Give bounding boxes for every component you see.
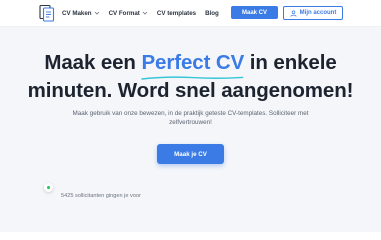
headline-highlight: Perfect CV: [141, 49, 245, 80]
nav-item-cv-format[interactable]: CV Format: [109, 10, 148, 17]
nav-label: CV Maken: [62, 9, 92, 17]
highlight-underline: [141, 76, 244, 80]
headline-part-2: in enkele: [249, 51, 337, 74]
user-icon: [290, 10, 297, 17]
nav-label: CV templates: [156, 9, 197, 17]
nav-label: Blog: [205, 9, 219, 17]
mijn-account-button[interactable]: Mijn account: [283, 6, 343, 20]
headline-line-2: minuten. Word snel aangenomen!: [27, 79, 354, 102]
headline-part-1: Maak een: [44, 51, 136, 74]
maak-je-cv-button[interactable]: Maak je CV: [157, 144, 224, 164]
applicants-count-text: 5425 sollicitanten gingen je voor: [61, 193, 141, 199]
hero-section: Maak een Perfect CV in enkele minuten. W…: [0, 27, 381, 232]
nav-label: CV Format: [108, 9, 140, 17]
maak-cv-label: Maak CV: [241, 9, 267, 16]
nav-item-cv-templates[interactable]: CV templates: [157, 10, 196, 17]
mijn-account-label: Mijn account: [299, 10, 337, 16]
headline-line-1: Maak een Perfect CV in enkele: [0, 49, 381, 80]
status-dot-inner: [47, 186, 50, 189]
maak-cv-button[interactable]: Maak CV: [231, 6, 278, 19]
hero-headline: Maak een Perfect CV in enkele minuten. W…: [0, 49, 381, 105]
cta-label: Maak je CV: [174, 150, 207, 158]
online-status-dot-icon: [44, 183, 53, 192]
nav-item-cv-maken[interactable]: CV Maken: [62, 10, 100, 17]
top-navbar: CV Maken CV Format CV templates Blog Maa…: [0, 0, 381, 27]
logo-icon[interactable]: [38, 4, 56, 22]
page: CV Maken CV Format CV templates Blog Maa…: [0, 0, 381, 232]
chevron-down-icon: [94, 11, 99, 15]
headline-highlight-text: Perfect CV: [141, 51, 245, 74]
nav-item-blog[interactable]: Blog: [205, 10, 219, 17]
hero-subtext: Maak gebruik van onze bewezen, in de pra…: [72, 110, 309, 126]
main-nav: CV Maken CV Format CV templates Blog: [62, 0, 228, 26]
chevron-down-icon: [142, 11, 148, 15]
